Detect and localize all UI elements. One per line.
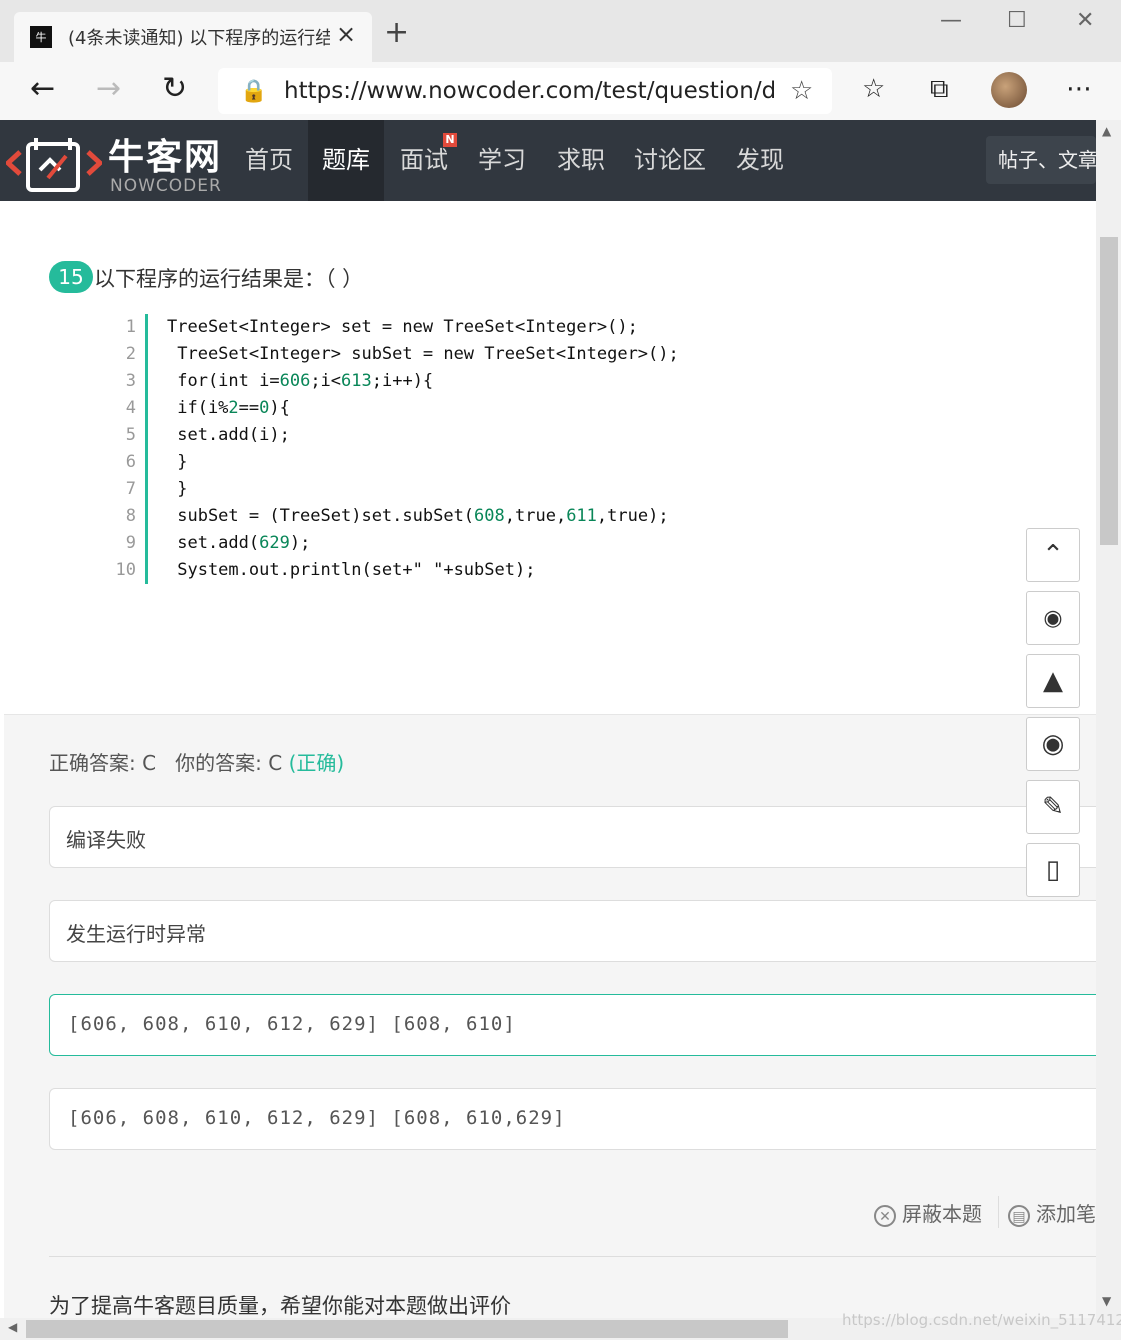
nav-study[interactable]: 学习 <box>464 120 540 201</box>
pencil-icon: ✎ <box>1042 792 1064 822</box>
code-line-number: 8 <box>125 506 136 526</box>
logo-text-en[interactable]: NOWCODER <box>110 176 222 196</box>
code-line: if(i%2==0){ <box>167 398 290 418</box>
scroll-left-arrow-icon[interactable]: ◀ <box>8 1320 17 1334</box>
forward-icon[interactable]: → <box>96 72 121 106</box>
code-line: } <box>167 479 188 499</box>
wechat-icon: ◉ <box>1041 729 1065 759</box>
browser-tab-bar: 牛 (4条未读通知) 以下程序的运行结 × + — ☐ ✕ <box>0 0 1121 62</box>
qq-penguin-icon: ▲ <box>1043 666 1063 696</box>
more-menu-icon[interactable]: ⋯ <box>1066 74 1092 104</box>
code-line-number: 3 <box>125 371 136 391</box>
url-text[interactable]: https://www.nowcoder.com/test/question/d… <box>284 78 774 104</box>
code-line: set.add(629); <box>167 533 311 553</box>
correct-answer: 正确答案: C <box>49 751 157 775</box>
feedback-button[interactable]: ✎ <box>1026 780 1080 834</box>
tab-close-icon[interactable]: × <box>336 20 356 48</box>
phone-icon: ▯ <box>1045 855 1061 885</box>
back-icon[interactable]: ← <box>30 72 55 106</box>
favorite-star-icon[interactable]: ☆ <box>790 76 813 106</box>
notebook-icon: ▤ <box>1008 1204 1030 1227</box>
add-note-label: 添加笔 <box>1036 1202 1096 1226</box>
scroll-up-arrow-icon[interactable]: ▲ <box>1102 124 1111 138</box>
block-question-button[interactable]: ✕ 屏蔽本题 <box>874 1198 982 1227</box>
nav-discover[interactable]: 发现 <box>722 120 798 201</box>
new-badge: N <box>443 133 457 147</box>
section-divider <box>49 1256 1096 1257</box>
logo-text-cn[interactable]: 牛客网 <box>108 128 222 180</box>
code-line-number: 7 <box>125 479 136 499</box>
action-divider <box>998 1196 999 1228</box>
code-block-accent-bar <box>145 314 148 584</box>
option-text: [606, 608, 610, 612, 629] [608, 610,629] <box>68 1107 566 1129</box>
rating-prompt: 为了提高牛客题目质量，希望你能对本题做出评价 <box>49 1294 511 1318</box>
maximize-button[interactable]: ☐ <box>1007 8 1027 33</box>
mobile-button[interactable]: ▯ <box>1026 843 1080 897</box>
browser-toolbar: ← → ↻ 🔒 https://www.nowcoder.com/test/qu… <box>0 62 1121 120</box>
block-question-label: 屏蔽本题 <box>902 1202 982 1226</box>
code-line-number: 4 <box>125 398 136 418</box>
scroll-down-arrow-icon[interactable]: ▼ <box>1102 1294 1111 1308</box>
back-to-top-button[interactable]: ⌃ <box>1026 528 1080 582</box>
profile-avatar[interactable] <box>991 72 1027 108</box>
code-line: set.add(i); <box>167 425 290 445</box>
code-line-number: 5 <box>125 425 136 445</box>
code-line-number: 1 <box>125 317 136 337</box>
code-line-number: 6 <box>125 452 136 472</box>
code-line: for(int i=606;i<613;i++){ <box>167 371 434 391</box>
watermark: https://blog.csdn.net/weixin_51174129 <box>842 1311 1121 1329</box>
close-circle-icon: ✕ <box>874 1204 896 1227</box>
new-tab-button[interactable]: + <box>384 18 409 48</box>
collections-icon[interactable]: ⧉ <box>930 74 949 105</box>
question-number-badge: 15 <box>49 261 93 293</box>
your-answer: 你的答案: C <box>175 751 283 775</box>
add-note-button[interactable]: ▤ 添加笔 <box>1008 1198 1096 1227</box>
code-line: subSet = (TreeSet)set.subSet(608,true,61… <box>167 506 669 526</box>
minimize-button[interactable]: — <box>940 8 962 33</box>
option-text: 发生运行时异常 <box>66 922 206 946</box>
horizontal-scrollbar-thumb[interactable] <box>26 1320 788 1338</box>
option-c[interactable]: [606, 608, 610, 612, 629] [608, 610] <box>49 994 1109 1056</box>
answer-result: (正确) <box>288 751 345 775</box>
browser-tab[interactable]: 牛 (4条未读通知) 以下程序的运行结 × <box>14 12 372 62</box>
address-bar[interactable]: 🔒 https://www.nowcoder.com/test/question… <box>218 68 832 114</box>
nav-question-bank[interactable]: 题库 <box>308 120 384 201</box>
refresh-icon[interactable]: ↻ <box>162 72 187 106</box>
search-input[interactable]: 帖子、文章 <box>986 136 1096 184</box>
tab-title: (4条未读通知) 以下程序的运行结 <box>68 28 330 49</box>
nowcoder-favicon-icon: 牛 <box>30 26 52 48</box>
lock-icon[interactable]: 🔒 <box>240 79 267 104</box>
weibo-icon: ◉ <box>1043 605 1063 631</box>
question-text: 以下程序的运行结果是：（ ） <box>94 267 364 291</box>
code-line: System.out.println(set+" "+subSet); <box>167 560 536 580</box>
nav-jobs[interactable]: 求职 <box>543 120 619 201</box>
chevron-up-icon: ⌃ <box>1042 540 1064 570</box>
option-a[interactable]: 编译失败 <box>49 806 1109 868</box>
code-line: TreeSet<Integer> subSet = new TreeSet<In… <box>167 344 679 364</box>
option-text: [606, 608, 610, 612, 629] [608, 610] <box>68 1013 516 1035</box>
option-text: 编译失败 <box>66 828 146 852</box>
favorites-list-icon[interactable]: ☆ <box>862 74 885 104</box>
code-line-number: 10 <box>115 560 136 580</box>
nowcoder-logo-icon[interactable] <box>4 130 104 200</box>
code-line-number: 9 <box>125 533 136 553</box>
code-line-number: 2 <box>125 344 136 364</box>
share-weibo-button[interactable]: ◉ <box>1026 591 1080 645</box>
share-qq-button[interactable]: ▲ <box>1026 654 1080 708</box>
close-window-button[interactable]: ✕ <box>1076 8 1094 33</box>
nav-discussion[interactable]: 讨论区 <box>620 120 720 201</box>
option-b[interactable]: 发生运行时异常 <box>49 900 1109 962</box>
vertical-scrollbar-thumb[interactable] <box>1100 237 1118 545</box>
code-line: TreeSet<Integer> set = new TreeSet<Integ… <box>167 317 638 337</box>
nav-home[interactable]: 首页 <box>231 120 307 201</box>
answer-summary: 正确答案: C 你的答案: C (正确) <box>49 747 344 776</box>
option-d[interactable]: [606, 608, 610, 612, 629] [608, 610,629] <box>49 1088 1109 1150</box>
share-wechat-button[interactable]: ◉ <box>1026 717 1080 771</box>
code-line: } <box>167 452 188 472</box>
site-nav-bar: 牛客网 NOWCODER 首页 题库 面试 N 学习 求职 讨论区 发现 帖子、… <box>0 120 1096 201</box>
